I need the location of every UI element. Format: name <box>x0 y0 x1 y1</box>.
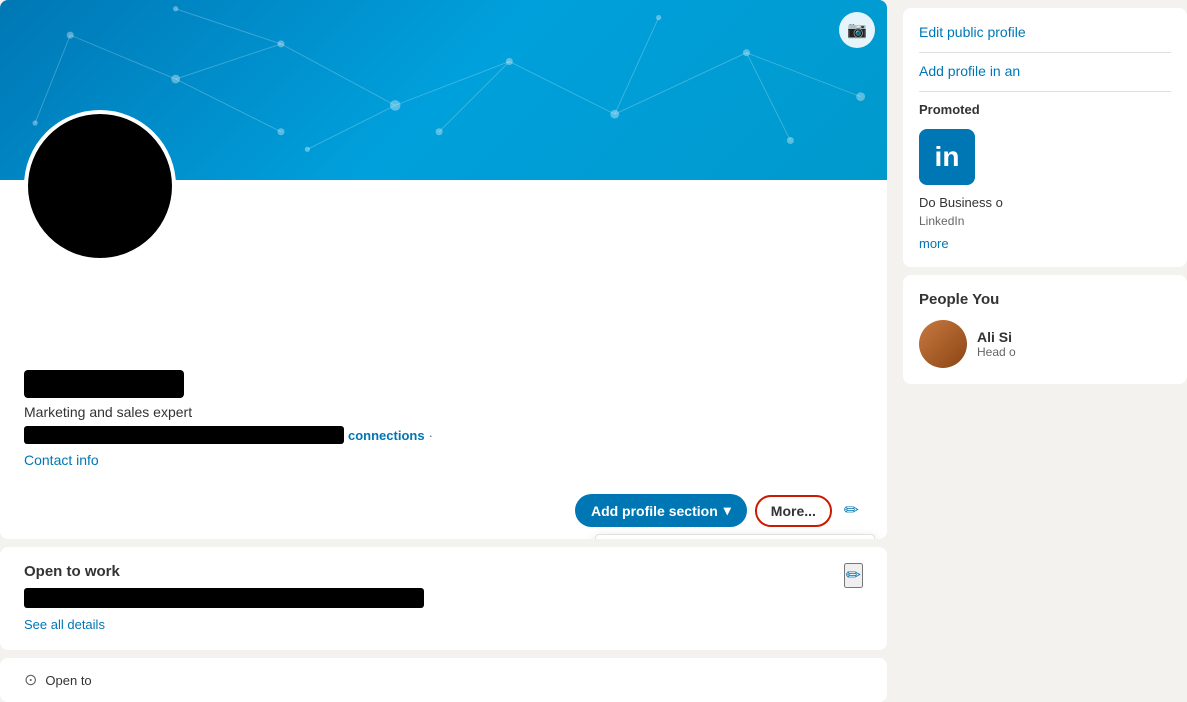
camera-icon: 📷 <box>847 20 867 40</box>
dot-separator: · <box>429 428 433 443</box>
pencil-icon: ✏ <box>844 500 859 520</box>
profile-headline: Marketing and sales expert <box>24 404 863 420</box>
promo-text: Do Business o <box>919 195 1171 210</box>
edit-public-profile-link[interactable]: Edit public profile <box>919 24 1171 40</box>
profile-name-redacted <box>24 370 184 398</box>
linkedin-logo: in <box>919 129 975 185</box>
connections-redacted <box>24 426 344 444</box>
open-icon: ⊙ <box>24 670 37 690</box>
promo-more-link[interactable]: more <box>919 236 1171 251</box>
bottom-row: ⊙ Open to <box>0 658 887 702</box>
action-row: Add profile section ▾ More... ✏ Share Pr… <box>0 486 887 539</box>
connections-label[interactable]: connections <box>348 428 425 443</box>
add-profile-section-label: Add profile section <box>591 503 718 519</box>
add-profile-section-button[interactable]: Add profile section ▾ <box>575 494 747 527</box>
share-profile-item[interactable]: Share Profile via Message <box>596 535 874 539</box>
promoted-label: Promoted <box>919 102 1171 117</box>
change-banner-button[interactable]: 📷 <box>839 12 875 48</box>
person-name: Ali Si <box>977 329 1016 345</box>
open-to-work-content-redacted <box>24 588 424 608</box>
sidebar-divider-2 <box>919 91 1171 92</box>
contact-info-link[interactable]: Contact info <box>24 452 99 468</box>
avatar <box>24 110 176 262</box>
bottom-row-text: Open to <box>45 673 91 688</box>
chevron-down-icon: ▾ <box>724 502 731 519</box>
open-to-work-card: Open to work See all details ✏ <box>0 547 887 650</box>
open-to-work-title: Open to work <box>24 563 424 580</box>
promo-subtext: LinkedIn <box>919 214 1171 228</box>
add-profile-language-link[interactable]: Add profile in an <box>919 63 1171 79</box>
edit-profile-button[interactable]: ✏ <box>840 496 863 525</box>
more-button[interactable]: More... <box>755 495 832 527</box>
right-sidebar: Edit public profile Add profile in an Pr… <box>887 0 1187 702</box>
open-to-work-edit-button[interactable]: ✏ <box>844 563 863 588</box>
more-dropdown-menu: Share Profile via Message Save to PDF <box>595 534 875 539</box>
person-item: Ali Si Head o <box>919 320 1171 368</box>
pencil-icon-2: ✏ <box>846 565 861 585</box>
person-avatar <box>919 320 967 368</box>
connections-row: connections · <box>24 426 863 444</box>
sidebar-divider-1 <box>919 52 1171 53</box>
see-all-details-link[interactable]: See all details <box>24 617 105 632</box>
people-you-may-know-section: People You Ali Si Head o <box>903 275 1187 384</box>
people-section-title: People You <box>919 291 1171 308</box>
person-title: Head o <box>977 345 1016 359</box>
